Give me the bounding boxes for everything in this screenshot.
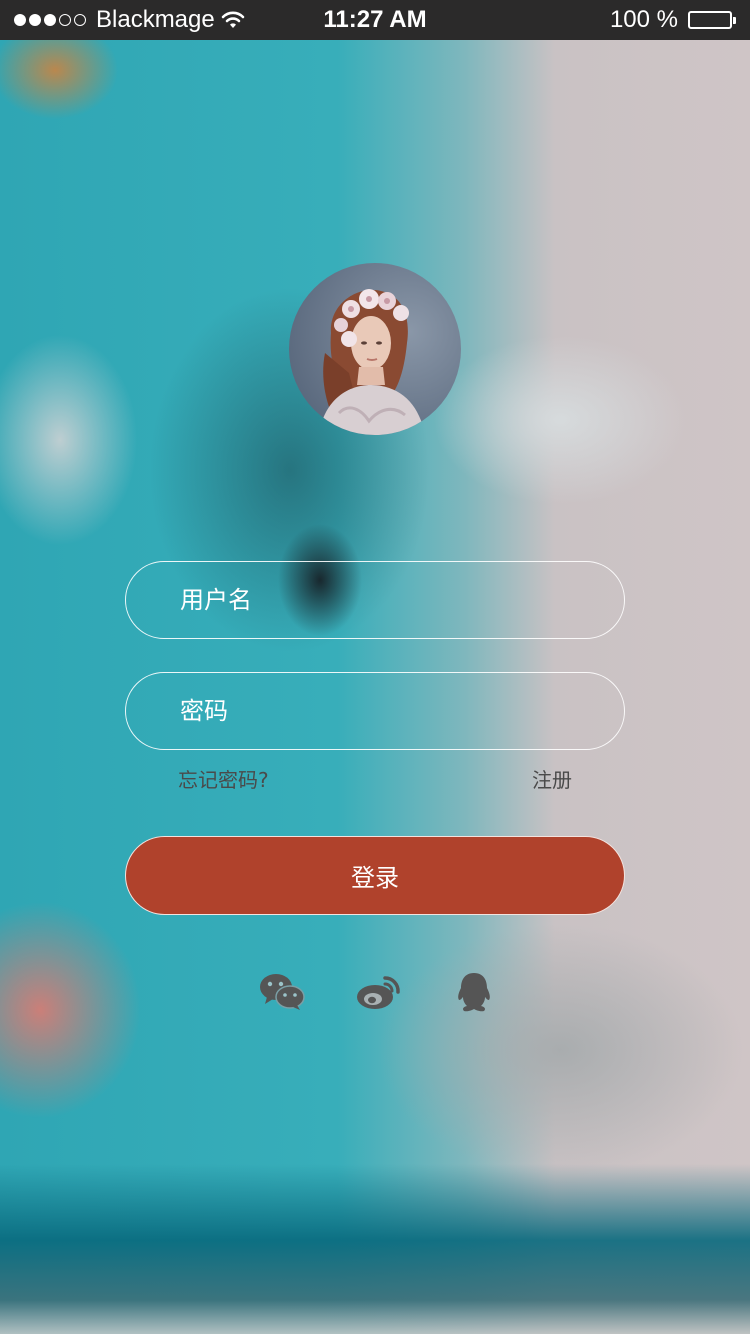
login-button[interactable]: 登录: [125, 836, 625, 915]
register-link[interactable]: 注册: [532, 764, 572, 793]
password-input[interactable]: [178, 696, 624, 726]
background-bottom-strip: [0, 1164, 750, 1334]
username-field[interactable]: [125, 561, 625, 639]
qq-icon[interactable]: [451, 970, 497, 1014]
wechat-icon[interactable]: [259, 970, 305, 1014]
status-bar: Blackmage 11:27 AM 100 %: [0, 0, 750, 40]
username-input[interactable]: [178, 585, 624, 615]
status-right: 100 %: [610, 6, 736, 34]
carrier-name: Blackmage: [96, 6, 215, 33]
login-screen: Blackmage 11:27 AM 100 % 用户名 忘记密码? 注册 登录: [0, 0, 750, 1334]
blurred-background: [0, 0, 750, 1334]
social-login-row: [0, 970, 750, 1014]
battery-icon: [688, 11, 736, 29]
battery-percentage: 100 %: [609, 6, 678, 33]
user-avatar[interactable]: [289, 263, 461, 435]
user-photo-avatar-icon: [289, 263, 461, 435]
signal-strength-icon: [14, 14, 86, 26]
password-field[interactable]: [125, 672, 625, 750]
auth-links: 忘记密码? 注册: [178, 764, 572, 793]
wifi-icon: [221, 10, 245, 30]
weibo-icon[interactable]: [355, 970, 401, 1014]
forgot-password-link[interactable]: 忘记密码?: [178, 764, 269, 793]
